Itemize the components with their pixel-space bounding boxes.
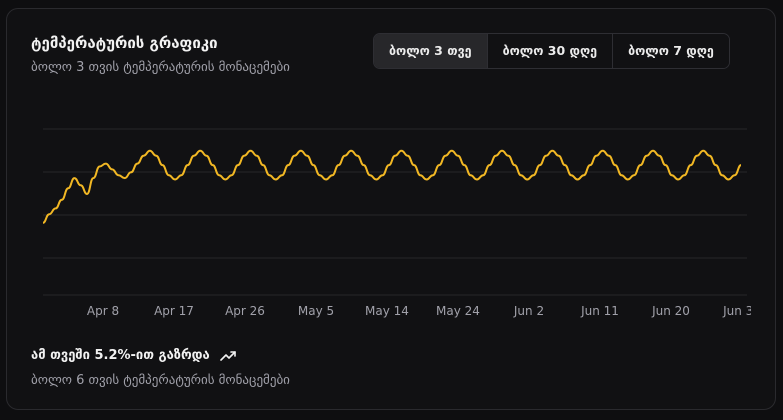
x-tick-label: Jun 11 <box>580 304 619 318</box>
card-title: ტემპერატურის გრაფიკი <box>31 34 218 52</box>
trending-up-icon <box>219 350 236 361</box>
x-tick-label: May 14 <box>365 304 409 318</box>
x-tick-label: Apr 26 <box>225 304 265 318</box>
x-tick-label: Jun 30 <box>722 304 751 318</box>
x-tick-label: May 5 <box>298 304 334 318</box>
range-7-days-button[interactable]: ბოლო 7 დღე <box>613 34 729 68</box>
card-subtitle: ბოლო 3 თვის ტემპერატურის მონაცემები <box>31 60 290 75</box>
temperature-series-line <box>42 149 742 224</box>
temperature-line-chart: Apr 8 Apr 17 Apr 26 May 5 May 14 May 24 Jun 2 J… <box>42 128 751 318</box>
x-tick-label: May 24 <box>436 304 480 318</box>
x-tick-label: Jun 20 <box>651 304 690 318</box>
x-tick-label: Jun 2 <box>513 304 544 318</box>
range-toggle-group: ბოლო 3 თვე ბოლო 30 დღე ბოლო 7 დღე <box>373 33 730 69</box>
footer-subtext: ბოლო 6 თვის ტემპერატურის მონაცემები <box>31 373 290 388</box>
trend-text: ამ თვეში 5.2%-ით გაზრდა <box>31 348 210 363</box>
x-tick-label: Apr 17 <box>154 304 194 318</box>
range-30-days-button[interactable]: ბოლო 30 დღე <box>487 34 614 68</box>
x-tick-label: Apr 8 <box>87 304 119 318</box>
range-3-months-button[interactable]: ბოლო 3 თვე <box>374 34 488 68</box>
temperature-card: ტემპერატურის გრაფიკი ბოლო 3 თვის ტემპერა… <box>6 8 776 410</box>
trend-summary: ამ თვეში 5.2%-ით გაზრდა <box>31 348 236 363</box>
